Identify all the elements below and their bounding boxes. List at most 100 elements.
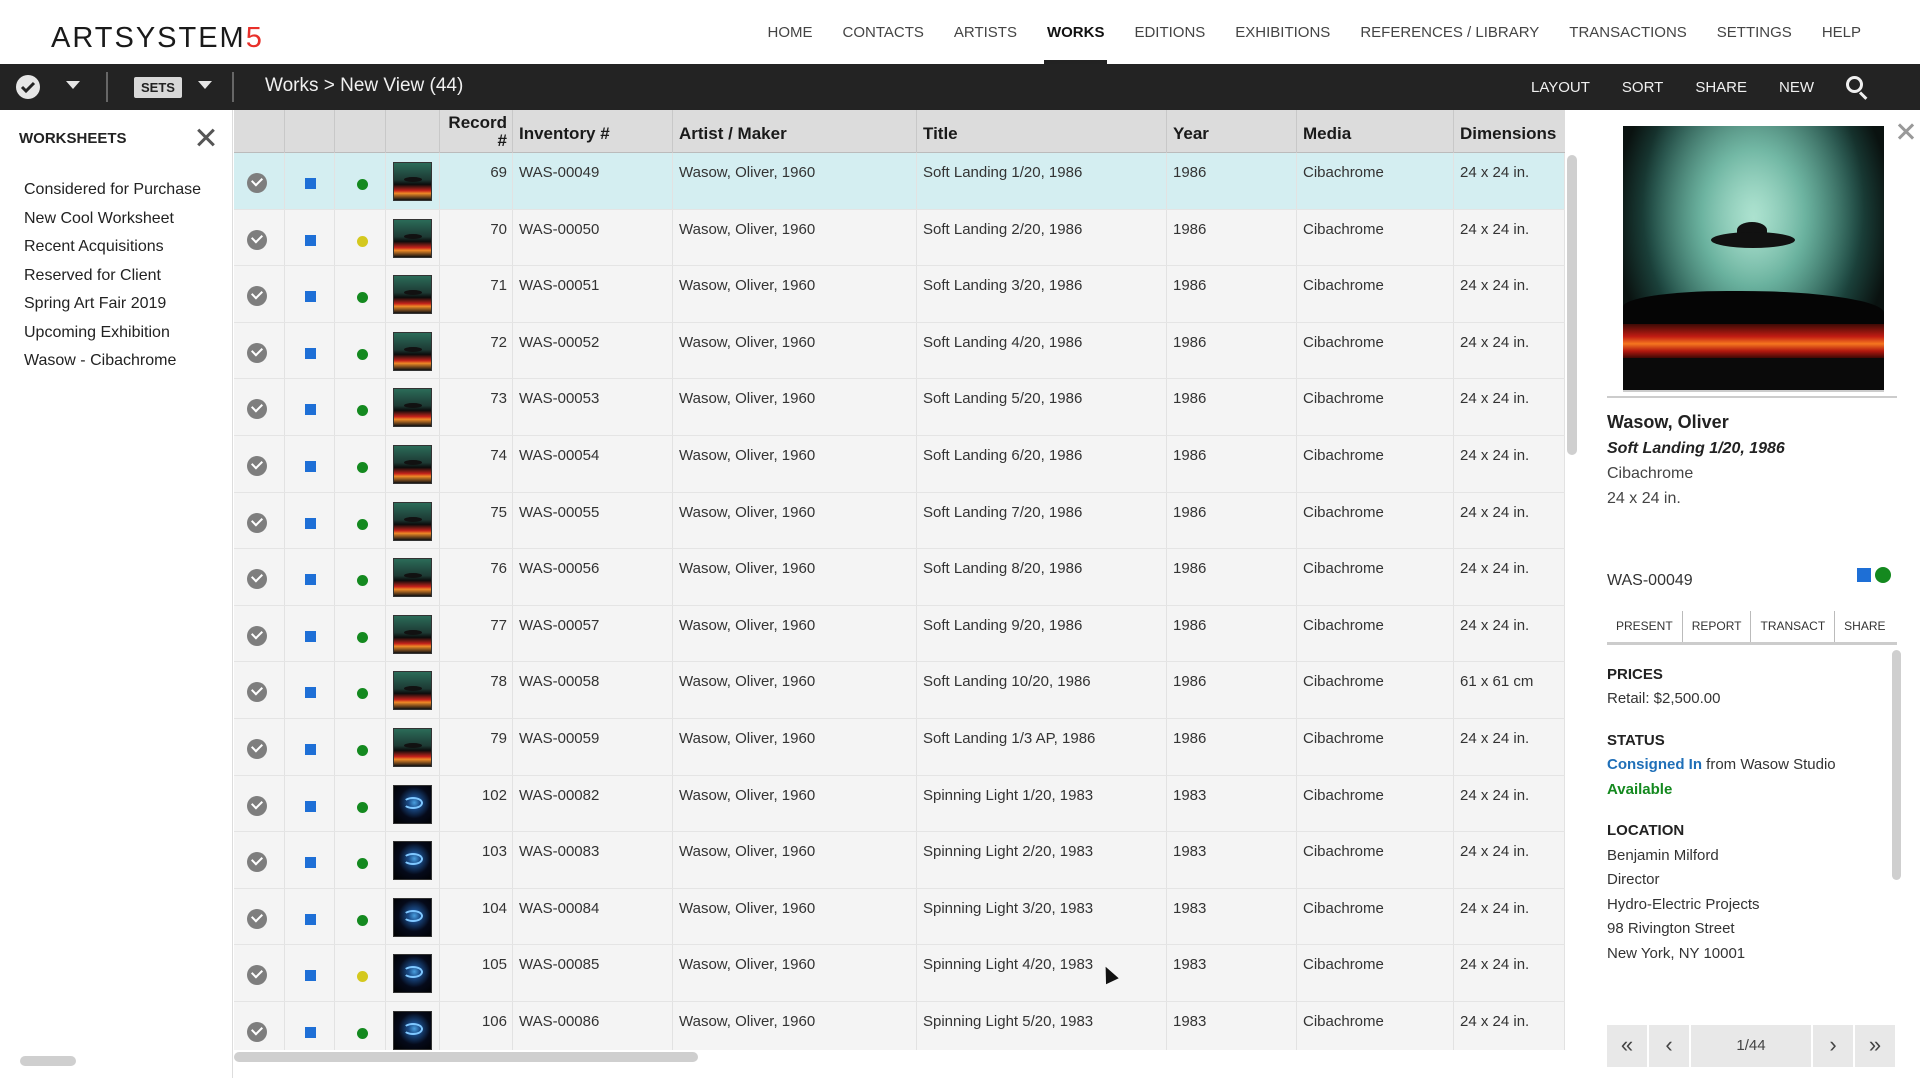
cell-status[interactable]	[335, 379, 386, 435]
cell-check[interactable]	[234, 1002, 285, 1050]
flag-square-icon[interactable]	[305, 1027, 316, 1038]
nav-artists[interactable]: ARTISTS	[939, 0, 1032, 64]
table-row[interactable]: 104 WAS-00084 Wasow, Oliver, 1960 Spinning …	[234, 888, 1565, 946]
header-check-col[interactable]	[234, 110, 285, 153]
table-row[interactable]: 79 WAS-00059 Wasow, Oliver, 1960 Soft Landi…	[234, 719, 1565, 776]
cell-flag[interactable]	[285, 945, 335, 1001]
record-counter[interactable]: 1/44	[1691, 1025, 1813, 1067]
tab-present[interactable]: PRESENT	[1607, 611, 1683, 642]
worksheet-item[interactable]: Recent Acquisitions	[24, 233, 201, 262]
artsystems-logo[interactable]: ARTSYSTEM5	[51, 22, 264, 55]
cell-flag[interactable]	[285, 209, 335, 266]
flag-square-icon[interactable]	[305, 461, 316, 472]
cell-check[interactable]	[234, 605, 285, 662]
flag-square-icon[interactable]	[305, 800, 316, 812]
sidebar-horizontal-scrollbar[interactable]	[20, 1056, 76, 1066]
detail-scrollbar[interactable]	[1892, 650, 1901, 880]
prev-record-button[interactable]: ‹	[1649, 1025, 1691, 1067]
table-row[interactable]: 76 WAS-00056 Wasow, Oliver, 1960 Soft Landi…	[234, 549, 1565, 606]
cell-status[interactable]	[335, 719, 386, 775]
header-title[interactable]: Title	[917, 110, 1167, 153]
cell-thumbnail[interactable]	[386, 209, 440, 266]
table-row[interactable]: 74 WAS-00054 Wasow, Oliver, 1960 Soft Landi…	[234, 436, 1565, 493]
status-dot-icon[interactable]	[357, 631, 368, 643]
artwork-thumbnail[interactable]	[393, 162, 432, 201]
nav-works[interactable]: WORKS	[1032, 0, 1120, 64]
flag-square-icon[interactable]	[305, 857, 316, 869]
artwork-thumbnail[interactable]	[393, 218, 432, 258]
table-row[interactable]: 73 WAS-00053 Wasow, Oliver, 1960 Soft Landi…	[234, 379, 1565, 436]
next-record-button[interactable]: ›	[1813, 1025, 1855, 1067]
table-vertical-scrollbar[interactable]	[1567, 155, 1577, 455]
cell-thumbnail[interactable]	[386, 888, 440, 945]
search-icon[interactable]	[1844, 74, 1870, 100]
tab-transact[interactable]: TRANSACT	[1751, 611, 1836, 642]
artwork-thumbnail[interactable]	[393, 841, 432, 881]
sets-chevron-down-icon[interactable]	[198, 81, 212, 89]
artwork-thumbnail[interactable]	[393, 388, 432, 428]
cell-check[interactable]	[234, 719, 285, 775]
nav-references-library[interactable]: REFERENCES / LIBRARY	[1345, 0, 1554, 64]
artwork-thumbnail[interactable]	[393, 728, 432, 767]
cell-check[interactable]	[234, 153, 285, 209]
cell-check[interactable]	[234, 549, 285, 605]
row-check-icon[interactable]	[247, 852, 267, 873]
cell-status[interactable]	[335, 775, 386, 832]
artwork-thumbnail[interactable]	[393, 614, 432, 654]
status-dot-icon[interactable]	[357, 745, 368, 756]
table-row[interactable]: 103 WAS-00083 Wasow, Oliver, 1960 Spinning …	[234, 832, 1565, 889]
cell-status[interactable]	[335, 209, 386, 266]
cell-thumbnail[interactable]	[386, 605, 440, 662]
flag-square-icon[interactable]	[305, 404, 316, 416]
cell-thumbnail[interactable]	[386, 266, 440, 322]
cell-check[interactable]	[234, 662, 285, 718]
flag-square-icon[interactable]	[305, 970, 316, 982]
table-row[interactable]: 71 WAS-00051 Wasow, Oliver, 1960 Soft Landi…	[234, 266, 1565, 323]
row-check-icon[interactable]	[247, 342, 267, 363]
location-line[interactable]: Benjamin Milford	[1607, 847, 1719, 864]
artwork-thumbnail[interactable]	[393, 671, 432, 711]
cell-check[interactable]	[234, 379, 285, 435]
nav-home[interactable]: HOME	[752, 0, 827, 64]
cell-status[interactable]	[335, 1002, 386, 1050]
row-check-icon[interactable]	[247, 739, 267, 759]
table-row[interactable]: 75 WAS-00055 Wasow, Oliver, 1960 Soft Landi…	[234, 492, 1565, 550]
row-check-icon[interactable]	[247, 795, 267, 816]
table-row[interactable]: 105 WAS-00085 Wasow, Oliver, 1960 Spinning …	[234, 945, 1565, 1002]
cell-thumbnail[interactable]	[386, 1002, 440, 1050]
flag-square-icon[interactable]	[305, 291, 316, 303]
cell-flag[interactable]	[285, 379, 335, 435]
row-check-icon[interactable]	[247, 625, 267, 646]
flag-square-icon[interactable]	[305, 347, 316, 359]
flag-square-icon[interactable]	[305, 178, 316, 189]
cell-thumbnail[interactable]	[386, 832, 440, 888]
cell-status[interactable]	[335, 492, 386, 549]
cell-thumbnail[interactable]	[386, 775, 440, 832]
status-dot-icon[interactable]	[357, 179, 368, 190]
detail-artist[interactable]: Wasow, Oliver	[1607, 412, 1729, 433]
cell-check[interactable]	[234, 266, 285, 322]
cell-flag[interactable]	[285, 662, 335, 718]
table-row[interactable]: 72 WAS-00052 Wasow, Oliver, 1960 Soft Landi…	[234, 322, 1565, 380]
status-dot-icon[interactable]	[357, 518, 368, 530]
scroll-thumb[interactable]	[234, 1052, 698, 1062]
nav-contacts[interactable]: CONTACTS	[827, 0, 938, 64]
cell-status[interactable]	[335, 832, 386, 888]
select-options-chevron-down-icon[interactable]	[66, 81, 80, 89]
cell-check[interactable]	[234, 322, 285, 379]
cell-flag[interactable]	[285, 266, 335, 322]
tab-share[interactable]: SHARE	[1835, 611, 1894, 642]
cell-status[interactable]	[335, 549, 386, 605]
status-dot-icon[interactable]	[357, 688, 368, 700]
cell-flag[interactable]	[285, 775, 335, 832]
row-check-icon[interactable]	[247, 229, 267, 250]
close-sidebar-icon[interactable]	[195, 127, 217, 149]
flag-square-icon[interactable]	[305, 744, 316, 755]
row-check-icon[interactable]	[247, 512, 267, 533]
tab-report[interactable]: REPORT	[1683, 611, 1752, 642]
worksheet-item[interactable]: Wasow - Cibachrome	[24, 347, 201, 376]
status-dot-icon[interactable]	[357, 858, 368, 870]
cell-thumbnail[interactable]	[386, 153, 440, 209]
cell-thumbnail[interactable]	[386, 549, 440, 605]
row-check-icon[interactable]	[247, 682, 267, 703]
